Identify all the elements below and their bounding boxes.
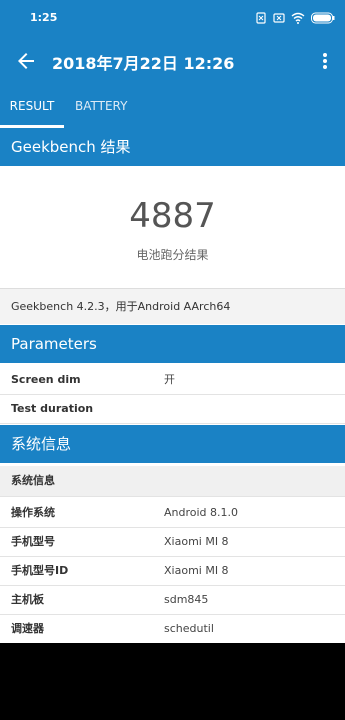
tab-battery[interactable]: BATTERY bbox=[75, 86, 127, 128]
more-vert-icon[interactable] bbox=[315, 49, 335, 73]
sysinfo-row-governor: 调速器 schedutil bbox=[0, 615, 345, 643]
sysinfo-row-model: 手机型号 Xiaomi MI 8 bbox=[0, 528, 345, 557]
sysinfo-label: 主机板 bbox=[11, 593, 44, 606]
score-card: 4887 电池跑分结果 bbox=[0, 166, 345, 289]
battery-score-label: 电池跑分结果 bbox=[136, 248, 209, 262]
param-value: 开 bbox=[164, 373, 175, 386]
app-bar: 2018年7月22日 12:26 bbox=[0, 36, 345, 86]
sysinfo-label: 手机型号ID bbox=[11, 564, 69, 577]
status-icons bbox=[255, 10, 335, 26]
sysinfo-row-motherboard: 主机板 sdm845 bbox=[0, 586, 345, 615]
system-info-group-row: 系统信息 bbox=[0, 466, 345, 497]
param-label: Test duration bbox=[11, 402, 94, 415]
tab-bar: RESULT BATTERY bbox=[0, 86, 345, 128]
page-title: 2018年7月22日 12:26 bbox=[52, 54, 235, 73]
sysinfo-value: Xiaomi MI 8 bbox=[164, 564, 229, 577]
param-row-test-duration: Test duration bbox=[0, 395, 345, 424]
status-time: 1:25 bbox=[30, 11, 58, 24]
sysinfo-label: 操作系统 bbox=[11, 506, 55, 519]
wifi-icon bbox=[291, 12, 305, 24]
geekbench-results-header: Geekbench 结果 bbox=[0, 128, 345, 166]
battery-score: 4887 bbox=[129, 196, 216, 236]
sim-icon bbox=[256, 12, 266, 24]
back-arrow-icon[interactable] bbox=[14, 49, 38, 73]
battery-icon bbox=[311, 12, 335, 24]
sysinfo-value: sdm845 bbox=[164, 593, 209, 606]
result-content[interactable]: Geekbench 结果 4887 电池跑分结果 Geekbench 4.2.3… bbox=[0, 128, 345, 643]
sysinfo-label: 手机型号 bbox=[11, 535, 55, 548]
sysinfo-value: schedutil bbox=[164, 622, 214, 635]
param-row-screen-dim: Screen dim 开 bbox=[0, 366, 345, 395]
status-bar: 1:25 bbox=[0, 0, 345, 36]
tab-battery-label: BATTERY bbox=[75, 99, 128, 113]
sysinfo-value: Xiaomi MI 8 bbox=[164, 535, 229, 548]
tab-result-label: RESULT bbox=[9, 99, 55, 113]
tab-result[interactable]: RESULT bbox=[0, 86, 64, 128]
sysinfo-row-os: 操作系统 Android 8.1.0 bbox=[0, 499, 345, 528]
sysinfo-row-model-id: 手机型号ID Xiaomi MI 8 bbox=[0, 557, 345, 586]
param-label: Screen dim bbox=[11, 373, 81, 386]
sysinfo-value: Android 8.1.0 bbox=[164, 506, 239, 519]
battery-saver-icon bbox=[273, 13, 285, 23]
version-info: Geekbench 4.2.3，用于Android AArch64 bbox=[0, 289, 345, 324]
sysinfo-label: 调速器 bbox=[11, 622, 44, 635]
parameters-header: Parameters bbox=[0, 325, 345, 363]
system-info-header: 系统信息 bbox=[0, 425, 345, 463]
screen: 1:25 2018年7月22日 12:26 RESULT BATTERY Gee… bbox=[0, 0, 345, 720]
group-label: 系统信息 bbox=[11, 474, 55, 487]
